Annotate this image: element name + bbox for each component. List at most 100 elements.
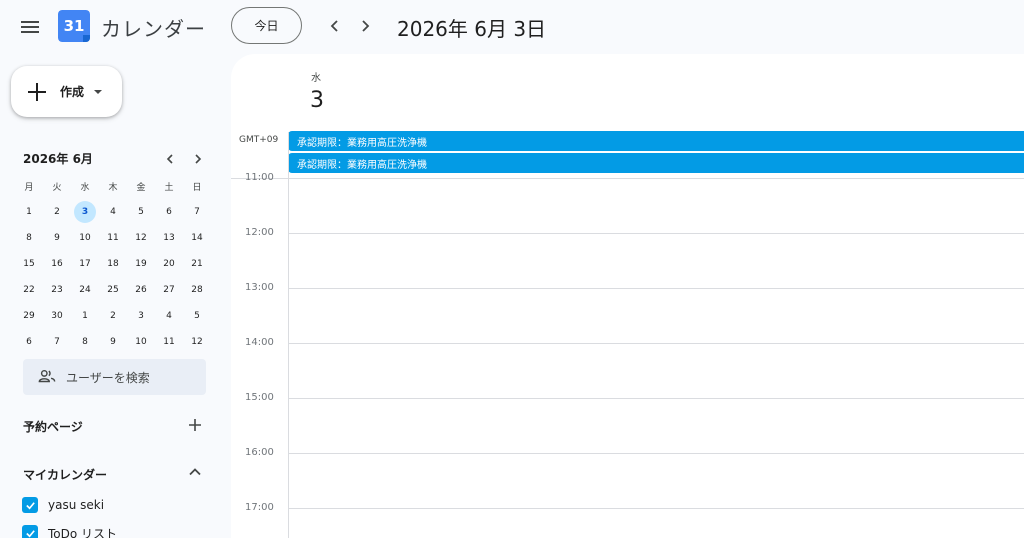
hour-gridline <box>288 288 1024 289</box>
mini-calendar-day[interactable]: 5 <box>127 199 155 225</box>
create-button[interactable]: 作成 <box>11 66 122 117</box>
mini-calendar-day[interactable]: 16 <box>43 251 71 277</box>
current-date-heading: 2026年 6月 3日 <box>397 17 547 41</box>
mini-calendar-day[interactable]: 27 <box>155 277 183 303</box>
mini-calendar-day[interactable]: 5 <box>183 303 211 329</box>
mini-calendar-day-label: 2 <box>54 207 60 217</box>
mini-calendar-day[interactable]: 10 <box>127 329 155 355</box>
calendar-name: ToDo リスト <box>48 526 118 538</box>
mini-calendar-day[interactable]: 1 <box>15 199 43 225</box>
mini-calendar-day-label: 24 <box>79 285 91 295</box>
all-day-event[interactable]: 承認期限：業務用高圧洗浄機 <box>288 131 1024 151</box>
mini-calendar-day-label: 5 <box>194 311 200 321</box>
mini-calendar-day[interactable]: 24 <box>71 277 99 303</box>
mini-calendar-day-label: 12 <box>135 233 147 243</box>
mini-calendar-day[interactable]: 30 <box>43 303 71 329</box>
mini-calendar-day[interactable]: 13 <box>155 225 183 251</box>
today-button[interactable]: 今日 <box>231 7 302 44</box>
all-day-event[interactable]: 承認期限：業務用高圧洗浄機 <box>288 153 1024 173</box>
mini-calendar-day[interactable]: 7 <box>43 329 71 355</box>
calendar-item-yasu-seki[interactable]: yasu seki <box>22 494 104 516</box>
hour-gridline <box>288 233 1024 234</box>
mini-calendar-day[interactable]: 20 <box>155 251 183 277</box>
mini-calendar-day-selected[interactable]: 3 <box>71 199 99 225</box>
mini-calendar-day[interactable]: 23 <box>43 277 71 303</box>
mini-calendar-grid: 月火水木金土日 1 2 3 4 5 6 7 8 9 10 11 12 13 14 15 16 17 18 19 20 21… <box>15 173 211 355</box>
mini-calendar-weekday: 日 <box>192 182 202 193</box>
mini-calendar-day[interactable]: 11 <box>99 225 127 251</box>
calendar-item-todo-list[interactable]: ToDo リスト <box>22 522 117 538</box>
day-weekday: 水 <box>311 73 321 84</box>
mini-calendar-day[interactable]: 14 <box>183 225 211 251</box>
mini-calendar-prev-button[interactable] <box>160 149 180 169</box>
mini-calendar-day[interactable]: 29 <box>15 303 43 329</box>
hour-gridline <box>288 343 1024 344</box>
mini-calendar-day-label: 9 <box>110 337 116 347</box>
mini-calendar-day-label: 30 <box>51 311 63 321</box>
mini-calendar-day-label: 7 <box>194 207 200 217</box>
mini-calendar-day-label: 11 <box>163 337 175 347</box>
mini-calendar-weekday: 月 <box>24 182 34 193</box>
user-search-field[interactable]: ユーザーを検索 <box>23 359 206 395</box>
hour-gridline <box>288 398 1024 399</box>
mini-calendar-day[interactable]: 22 <box>15 277 43 303</box>
hamburger-menu-icon <box>21 21 39 33</box>
mini-calendar-day[interactable]: 4 <box>99 199 127 225</box>
mini-calendar-day-label: 11 <box>107 233 119 243</box>
mini-calendar-day[interactable]: 6 <box>155 199 183 225</box>
mini-calendar-day[interactable]: 2 <box>99 303 127 329</box>
calendar-checkbox[interactable] <box>22 525 38 538</box>
mini-calendar-day[interactable]: 21 <box>183 251 211 277</box>
mini-calendar-weekday: 金 <box>136 182 146 193</box>
mini-calendar-title: 2026年 6月 <box>23 152 93 166</box>
mini-calendar-day[interactable]: 19 <box>127 251 155 277</box>
mini-calendar-day-label: 3 <box>74 201 96 223</box>
day-number[interactable]: 3 <box>310 88 324 113</box>
mini-calendar-day[interactable]: 7 <box>183 199 211 225</box>
main-menu-button[interactable] <box>14 11 46 43</box>
mini-calendar-day-label: 15 <box>23 259 35 269</box>
mini-calendar-next-button[interactable] <box>188 149 208 169</box>
mini-calendar-day-label: 6 <box>166 207 172 217</box>
mini-calendar-day-label: 14 <box>191 233 203 243</box>
mini-calendar-day[interactable]: 28 <box>183 277 211 303</box>
calendar-logo[interactable]: 31 <box>58 10 90 42</box>
mini-calendar-day[interactable]: 15 <box>15 251 43 277</box>
checkmark-icon <box>25 529 35 537</box>
mini-calendar-day[interactable]: 1 <box>71 303 99 329</box>
mini-calendar-day-label: 26 <box>135 285 147 295</box>
mini-calendar-day[interactable]: 11 <box>155 329 183 355</box>
plus-icon <box>189 419 201 431</box>
mini-calendar-day[interactable]: 3 <box>127 303 155 329</box>
mini-calendar-day[interactable]: 4 <box>155 303 183 329</box>
mini-calendar-day[interactable]: 26 <box>127 277 155 303</box>
previous-day-button[interactable] <box>322 13 348 39</box>
mini-calendar-day[interactable]: 6 <box>15 329 43 355</box>
mini-calendar-day[interactable]: 9 <box>99 329 127 355</box>
hour-label: 11:00 <box>245 172 274 183</box>
hour-gridline <box>288 453 1024 454</box>
next-day-button[interactable] <box>352 13 378 39</box>
mini-calendar-day[interactable]: 12 <box>183 329 211 355</box>
mini-calendar-day[interactable]: 8 <box>15 225 43 251</box>
collapse-my-calendars-button[interactable] <box>184 461 206 483</box>
add-booking-page-button[interactable] <box>184 414 206 436</box>
mini-calendar-day[interactable]: 18 <box>99 251 127 277</box>
calendar-logo-icon: 31 <box>58 10 90 42</box>
mini-calendar-day[interactable]: 12 <box>127 225 155 251</box>
mini-calendar-day-label: 29 <box>23 311 35 321</box>
mini-calendar-day[interactable]: 17 <box>71 251 99 277</box>
mini-calendar-day[interactable]: 25 <box>99 277 127 303</box>
mini-calendar-day[interactable]: 9 <box>43 225 71 251</box>
mini-calendar-day-label: 3 <box>138 311 144 321</box>
hour-label: 16:00 <box>245 447 274 458</box>
mini-calendar-day[interactable]: 10 <box>71 225 99 251</box>
mini-calendar-weekday: 水 <box>80 182 90 193</box>
chevron-right-icon <box>195 154 202 164</box>
mini-calendar-day-label: 10 <box>79 233 91 243</box>
hour-label: 13:00 <box>245 282 274 293</box>
mini-calendar-day[interactable]: 2 <box>43 199 71 225</box>
mini-calendar-day[interactable]: 8 <box>71 329 99 355</box>
calendar-checkbox[interactable] <box>22 497 38 513</box>
mini-calendar-day-label: 10 <box>135 337 147 347</box>
